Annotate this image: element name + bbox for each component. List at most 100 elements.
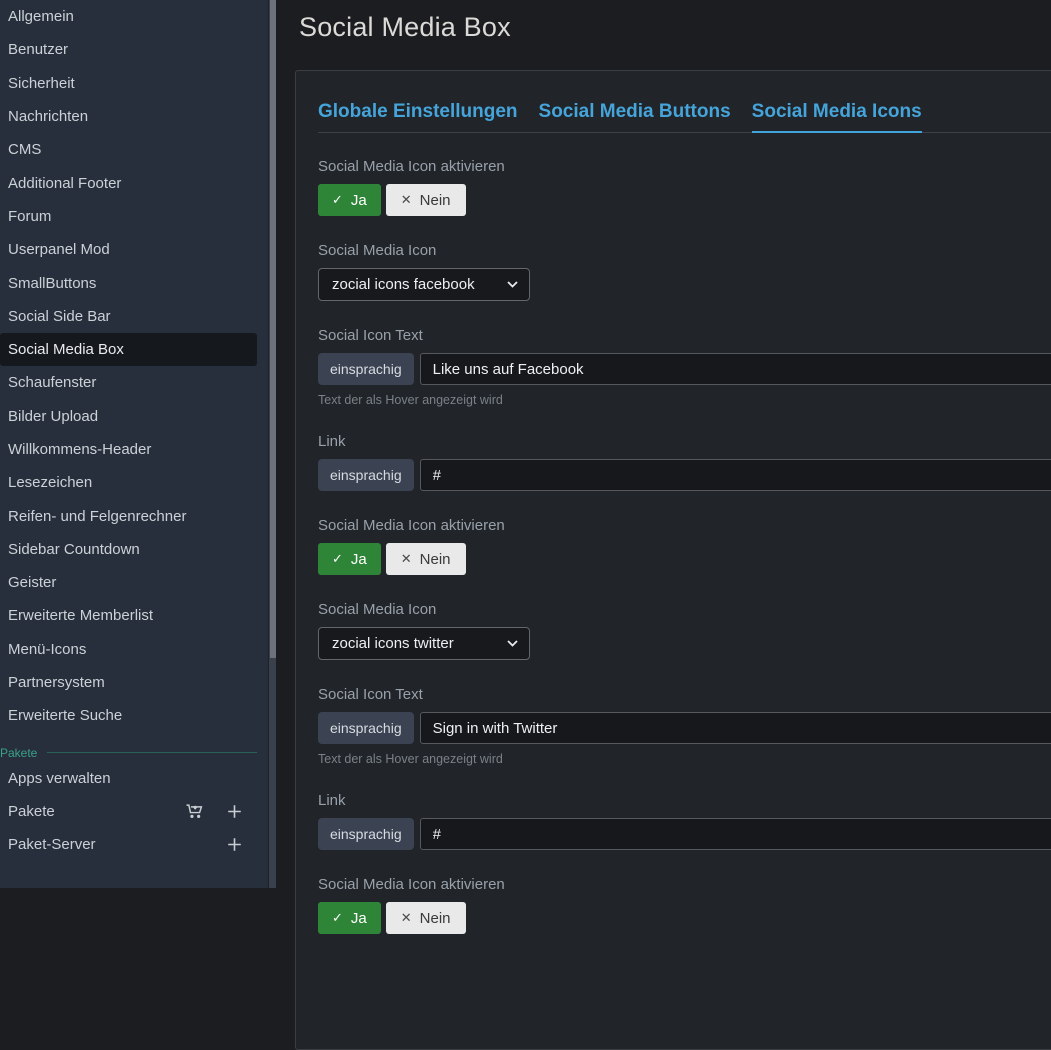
social-media-icon-select[interactable]: zocial icons twitter: [318, 627, 530, 660]
social-media-icon-select[interactable]: zocial icons facebook: [318, 268, 530, 301]
field-help-text: Text der als Hover angezeigt wird: [318, 752, 1051, 766]
field-label: Social Media Icon aktivieren: [318, 876, 1051, 893]
sidebar-item[interactable]: Sidebar Countdown: [0, 533, 257, 566]
sidebar-item-paket-server[interactable]: Paket-Server: [0, 828, 257, 861]
field-help-text: Text der als Hover angezeigt wird: [318, 393, 1051, 407]
tab-globale-einstellungen[interactable]: Globale Einstellungen: [318, 101, 518, 132]
sidebar-item-label: Apps verwalten: [8, 770, 111, 787]
yes-button[interactable]: ✓ Ja: [318, 902, 381, 934]
sidebar-item[interactable]: Geister: [0, 566, 257, 599]
field-link-2: Link einsprachig: [318, 792, 1051, 850]
sidebar-section-pakete: Pakete: [0, 746, 257, 760]
i18n-input-row: einsprachig: [318, 353, 1051, 385]
sidebar-item[interactable]: Lesezeichen: [0, 466, 257, 499]
sidebar-item-label: Additional Footer: [8, 175, 121, 192]
language-badge[interactable]: einsprachig: [318, 353, 414, 385]
sidebar-item-label: Allgemein: [8, 8, 74, 25]
sidebar-item[interactable]: Menü-Icons: [0, 633, 257, 666]
sidebar-item-label: Bilder Upload: [8, 408, 98, 425]
sidebar-item-list: Allgemein Benutzer Sicherheit Nachrichte…: [0, 0, 268, 733]
sidebar-item-label: Sicherheit: [8, 75, 75, 92]
field-icon-select-1: Social Media Icon zocial icons facebook: [318, 242, 1051, 301]
no-button-label: Nein: [420, 192, 451, 209]
sidebar-item[interactable]: Willkommens-Header: [0, 433, 257, 466]
sidebar-item-label: Forum: [8, 208, 51, 225]
sidebar-item-actions: [185, 837, 243, 852]
sidebar-item[interactable]: Sicherheit: [0, 67, 257, 100]
field-label: Social Icon Text: [318, 327, 1051, 344]
cart-icon[interactable]: [185, 803, 203, 820]
sidebar-item[interactable]: Allgemein: [0, 0, 257, 33]
language-badge[interactable]: einsprachig: [318, 818, 414, 850]
sidebar-item[interactable]: Benutzer: [0, 33, 257, 66]
sidebar-item[interactable]: Schaufenster: [0, 366, 257, 399]
sidebar-item-pakete[interactable]: Pakete: [0, 795, 257, 828]
yes-button[interactable]: ✓ Ja: [318, 543, 381, 575]
sidebar-item-label: Nachrichten: [8, 108, 88, 125]
icon-text-input[interactable]: [420, 712, 1051, 744]
sidebar-item[interactable]: Social Side Bar: [0, 300, 257, 333]
sidebar-item-label: Reifen- und Felgenrechner: [8, 508, 186, 525]
field-label: Social Media Icon aktivieren: [318, 158, 1051, 175]
link-input[interactable]: [420, 459, 1051, 491]
language-badge[interactable]: einsprachig: [318, 459, 414, 491]
sidebar-item[interactable]: Additional Footer: [0, 166, 257, 199]
no-button[interactable]: ✕ Nein: [386, 184, 466, 216]
field-label: Social Media Icon: [318, 242, 1051, 259]
link-input[interactable]: [420, 818, 1051, 850]
tab-social-media-buttons[interactable]: Social Media Buttons: [539, 101, 731, 132]
yes-no-toggle: ✓ Ja ✕ Nein: [318, 543, 1051, 575]
yes-no-toggle: ✓ Ja ✕ Nein: [318, 184, 1051, 216]
sidebar-item[interactable]: Erweiterte Suche: [0, 699, 257, 732]
sidebar-item[interactable]: Partnersystem: [0, 666, 257, 699]
sidebar-item[interactable]: Reifen- und Felgenrechner: [0, 499, 257, 532]
field-enable-icon-3: Social Media Icon aktivieren ✓ Ja ✕ Nein: [318, 876, 1051, 934]
section-label: Pakete: [0, 746, 37, 760]
plus-icon[interactable]: [225, 837, 243, 852]
field-icon-select-2: Social Media Icon zocial icons twitter: [318, 601, 1051, 660]
sidebar-item-label: Userpanel Mod: [8, 241, 110, 258]
tab-bar: Globale Einstellungen Social Media Butto…: [318, 101, 1051, 133]
sidebar-scrollbar-track[interactable]: [268, 0, 276, 888]
sidebar-item[interactable]: Social Media Box: [0, 333, 257, 366]
sidebar-item-label: Willkommens-Header: [8, 441, 151, 458]
field-link-1: Link einsprachig: [318, 433, 1051, 491]
select-value: zocial icons twitter: [332, 635, 454, 652]
field-icon-text-2: Social Icon Text einsprachig Text der al…: [318, 686, 1051, 766]
field-label: Social Icon Text: [318, 686, 1051, 703]
x-icon: ✕: [401, 192, 412, 208]
main-content: Social Media Box Globale Einstellungen S…: [276, 0, 1051, 888]
sidebar-item[interactable]: Bilder Upload: [0, 400, 257, 433]
sidebar-item[interactable]: Userpanel Mod: [0, 233, 257, 266]
sidebar-item-apps-verwalten[interactable]: Apps verwalten: [0, 762, 257, 795]
sidebar-item[interactable]: Erweiterte Memberlist: [0, 599, 257, 632]
i18n-input-row: einsprachig: [318, 818, 1051, 850]
yes-button[interactable]: ✓ Ja: [318, 184, 381, 216]
sidebar-item[interactable]: Forum: [0, 200, 257, 233]
sidebar-item[interactable]: CMS: [0, 133, 257, 166]
no-button[interactable]: ✕ Nein: [386, 902, 466, 934]
sidebar-item-label: Menü-Icons: [8, 641, 86, 658]
language-badge[interactable]: einsprachig: [318, 712, 414, 744]
check-icon: ✓: [332, 551, 343, 567]
sidebar-item-label: Social Side Bar: [8, 308, 111, 325]
yes-no-toggle: ✓ Ja ✕ Nein: [318, 902, 1051, 934]
yes-button-label: Ja: [351, 551, 367, 568]
sidebar-item-label: CMS: [8, 141, 41, 158]
field-label: Link: [318, 792, 1051, 809]
field-label: Social Media Icon: [318, 601, 1051, 618]
sidebar-item-label: Benutzer: [8, 41, 68, 58]
no-button[interactable]: ✕ Nein: [386, 543, 466, 575]
sidebar-item-label: Sidebar Countdown: [8, 541, 140, 558]
plus-icon[interactable]: [225, 804, 243, 819]
icon-settings-form: Social Media Icon aktivieren ✓ Ja ✕ Nein…: [318, 158, 1051, 934]
check-icon: ✓: [332, 910, 343, 926]
sidebar-item-label: Social Media Box: [8, 341, 124, 358]
sidebar-item[interactable]: SmallButtons: [0, 266, 257, 299]
check-icon: ✓: [332, 192, 343, 208]
icon-text-input[interactable]: [420, 353, 1051, 385]
tab-social-media-icons[interactable]: Social Media Icons: [752, 101, 922, 132]
settings-panel: Globale Einstellungen Social Media Butto…: [295, 70, 1051, 1050]
yes-button-label: Ja: [351, 192, 367, 209]
sidebar-item[interactable]: Nachrichten: [0, 100, 257, 133]
